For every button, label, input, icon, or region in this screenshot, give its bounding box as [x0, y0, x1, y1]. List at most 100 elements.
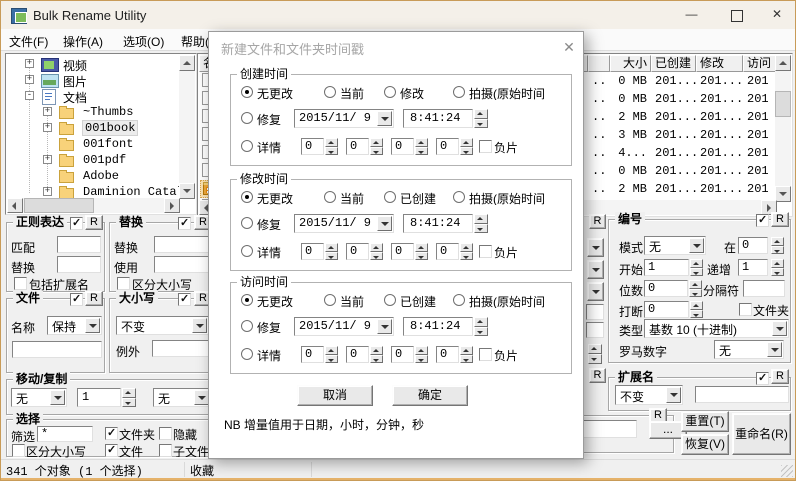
- collapse-icon[interactable]: -: [25, 91, 34, 100]
- delta-seconds-input[interactable]: 0: [436, 138, 459, 155]
- spin-down-icon[interactable]: [588, 354, 602, 364]
- delta-hours-input[interactable]: 0: [346, 243, 369, 260]
- level-updown[interactable]: [122, 388, 136, 407]
- access-current-radio[interactable]: [324, 294, 336, 306]
- folders-checkbox[interactable]: [105, 427, 118, 440]
- spin-down-icon[interactable]: [460, 252, 473, 261]
- case-mode-dropdown[interactable]: 不变: [116, 316, 209, 335]
- spin-down-icon[interactable]: [474, 224, 488, 234]
- delta-seconds-updown[interactable]: [460, 243, 473, 260]
- regex-reset-button[interactable]: R: [85, 215, 103, 230]
- access-created-radio[interactable]: [384, 294, 396, 306]
- modified-time-updown[interactable]: [474, 214, 488, 233]
- chevron-down-icon[interactable]: [50, 390, 65, 405]
- column-header-ext[interactable]: [588, 55, 610, 72]
- spin-up-icon[interactable]: [415, 243, 428, 252]
- chevron-down-icon[interactable]: [767, 342, 782, 357]
- spin-up-icon[interactable]: [415, 346, 428, 355]
- spin-up-icon[interactable]: [588, 344, 602, 354]
- delta-minutes-updown[interactable]: [415, 243, 428, 260]
- modified-time-input[interactable]: 8:41:24: [403, 214, 473, 233]
- subfolders-checkbox[interactable]: [159, 444, 172, 457]
- covered-input[interactable]: [586, 322, 604, 338]
- spin-down-icon[interactable]: [325, 355, 338, 364]
- cancel-button[interactable]: 取消: [297, 385, 373, 406]
- creation-time-input[interactable]: 8:41:24: [403, 109, 473, 128]
- spin-up-icon[interactable]: [370, 243, 383, 252]
- extension-mode-dropdown[interactable]: 不变: [615, 385, 683, 405]
- delta-days-input[interactable]: 0: [301, 346, 324, 363]
- list-vscrollbar[interactable]: [775, 55, 791, 202]
- covered-dropdown-button[interactable]: [587, 282, 604, 301]
- reset-button[interactable]: 重置(T): [681, 411, 729, 432]
- at-updown[interactable]: [771, 237, 784, 254]
- spin-down-icon[interactable]: [771, 268, 784, 277]
- tree-item-001font[interactable]: 001font: [7, 136, 180, 152]
- roman-dropdown[interactable]: 无: [714, 340, 784, 359]
- file-enabled-checkbox[interactable]: [70, 293, 83, 306]
- delta-days-input[interactable]: 0: [301, 138, 324, 155]
- scroll-up-button[interactable]: [775, 55, 791, 71]
- match-input[interactable]: [57, 236, 101, 253]
- menu-file[interactable]: 文件(F): [9, 33, 48, 50]
- expand-icon[interactable]: +: [25, 59, 34, 68]
- replace-input[interactable]: [154, 236, 209, 253]
- modified-taken-radio[interactable]: [453, 191, 465, 203]
- with-input[interactable]: [154, 256, 209, 273]
- pad-updown[interactable]: [689, 280, 702, 297]
- revert-button[interactable]: 恢复(V): [681, 434, 729, 455]
- access-date-picker[interactable]: 2015/11/ 9: [294, 317, 394, 336]
- chevron-down-icon[interactable]: [689, 238, 704, 253]
- ok-button[interactable]: 确定: [392, 385, 468, 406]
- spin-up-icon[interactable]: [325, 346, 338, 355]
- pad-input[interactable]: 0: [644, 280, 688, 297]
- spin-down-icon[interactable]: [689, 289, 702, 298]
- chevron-down-icon[interactable]: [194, 390, 209, 405]
- mode-dropdown[interactable]: 无: [644, 236, 706, 255]
- spin-down-icon[interactable]: [325, 252, 338, 261]
- level-spinner[interactable]: 1: [77, 388, 121, 407]
- spin-up-icon[interactable]: [325, 243, 338, 252]
- menu-options[interactable]: 选项(O): [123, 33, 164, 50]
- access-time-updown[interactable]: [474, 317, 488, 336]
- spin-down-icon[interactable]: [460, 147, 473, 156]
- tree-item-001pdf[interactable]: + 001pdf: [7, 152, 180, 168]
- numbering-enabled-checkbox[interactable]: [756, 214, 769, 227]
- filter-input[interactable]: *: [37, 426, 93, 442]
- creation-nochange-radio[interactable]: [241, 86, 253, 98]
- chevron-down-icon[interactable]: [666, 387, 681, 403]
- column-header-size[interactable]: 大小: [610, 55, 651, 72]
- delta-days-updown[interactable]: [325, 138, 338, 155]
- spin-up-icon[interactable]: [370, 346, 383, 355]
- rename-button[interactable]: 重命名(R): [732, 413, 791, 455]
- spin-up-icon[interactable]: [771, 237, 784, 246]
- case-enabled-checkbox[interactable]: [178, 293, 191, 306]
- path-mode-dropdown[interactable]: 无: [153, 388, 211, 407]
- type-dropdown[interactable]: 基数 10 (十进制): [644, 319, 789, 338]
- delta-hours-updown[interactable]: [370, 346, 383, 363]
- replace-enabled-checkbox[interactable]: [178, 217, 191, 230]
- delta-seconds-input[interactable]: 0: [436, 346, 459, 363]
- delta-seconds-updown[interactable]: [460, 346, 473, 363]
- covered-updown[interactable]: [588, 344, 602, 364]
- spin-up-icon[interactable]: [771, 259, 784, 268]
- delta-seconds-input[interactable]: 0: [436, 243, 459, 260]
- spin-down-icon[interactable]: [474, 327, 488, 337]
- spin-down-icon[interactable]: [370, 355, 383, 364]
- spin-down-icon[interactable]: [370, 252, 383, 261]
- spin-up-icon[interactable]: [370, 138, 383, 147]
- covered-reset-button[interactable]: R: [589, 214, 606, 229]
- spin-down-icon[interactable]: [690, 268, 703, 277]
- access-fixed-radio[interactable]: [241, 320, 253, 332]
- delta-hours-updown[interactable]: [370, 138, 383, 155]
- covered-dropdown-button[interactable]: [587, 238, 604, 257]
- spin-up-icon[interactable]: [460, 138, 473, 147]
- numbering-reset-button[interactable]: R: [771, 212, 789, 227]
- spin-down-icon[interactable]: [460, 355, 473, 364]
- delta-days-updown[interactable]: [325, 346, 338, 363]
- access-taken-radio[interactable]: [453, 294, 465, 306]
- expand-icon[interactable]: +: [43, 123, 52, 132]
- expand-icon[interactable]: +: [43, 187, 52, 196]
- access-delta-radio[interactable]: [241, 348, 253, 360]
- start-updown[interactable]: [690, 259, 703, 276]
